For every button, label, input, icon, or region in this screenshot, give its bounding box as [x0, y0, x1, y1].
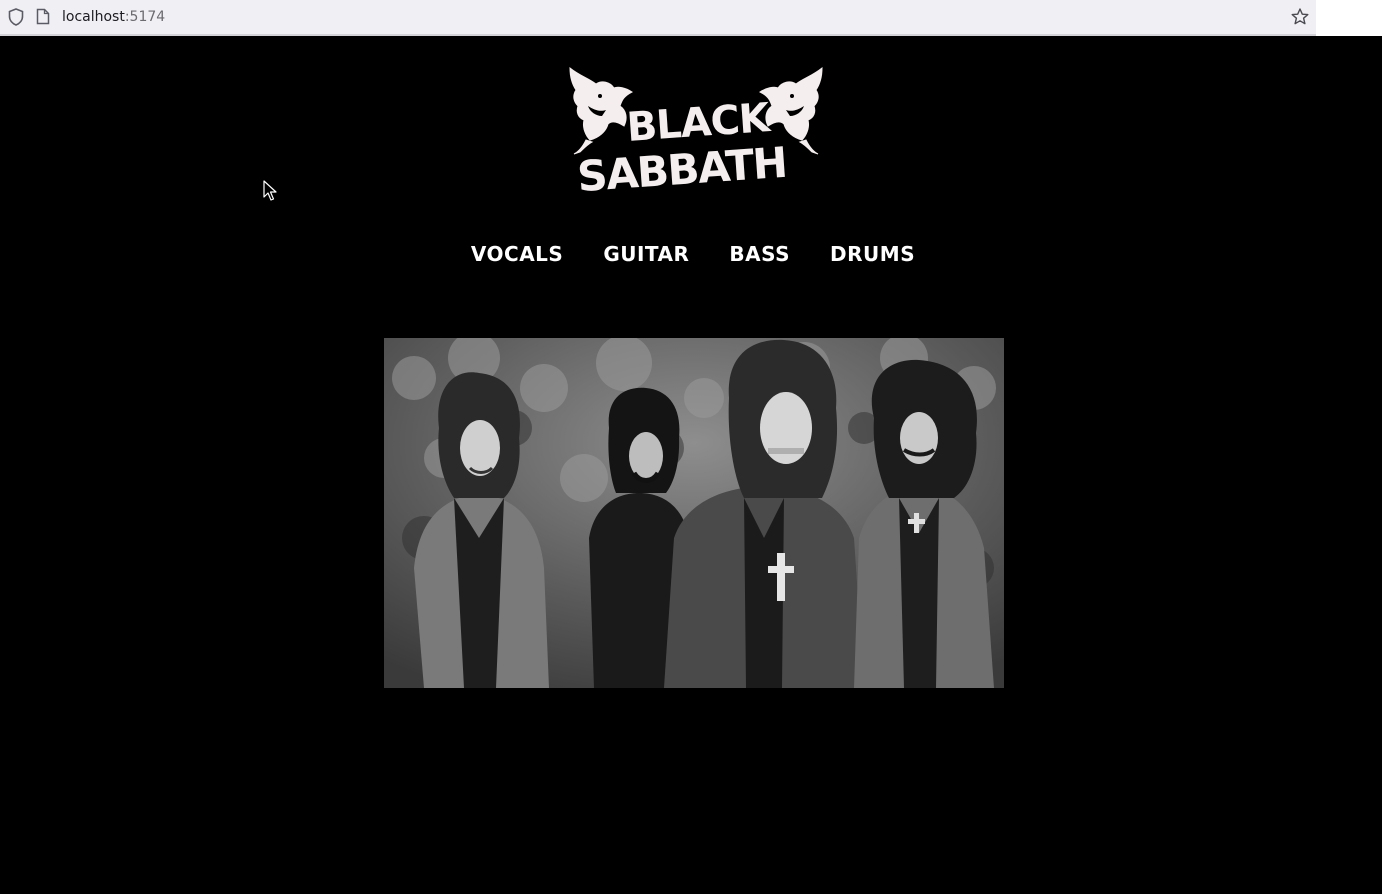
url-port: :5174: [124, 9, 166, 25]
nav-vocals[interactable]: VOCALS: [471, 242, 563, 266]
nav-bass[interactable]: BASS: [729, 242, 790, 266]
band-photo: [384, 338, 1004, 688]
instrument-nav: VOCALS GUITAR BASS DRUMS: [0, 242, 1382, 266]
mouse-cursor-icon: [263, 180, 277, 201]
nav-drums[interactable]: DRUMS: [830, 242, 915, 266]
page-body: BLACK SABBATH VOCALS GUITAR BASS DRUMS: [0, 36, 1382, 894]
nav-guitar[interactable]: GUITAR: [603, 242, 689, 266]
logo-line-2: SABBATH: [576, 138, 788, 194]
url-text[interactable]: localhost:5174: [62, 8, 165, 26]
black-sabbath-logo[interactable]: BLACK SABBATH: [566, 66, 826, 194]
toolbar-edge: [1316, 0, 1382, 36]
page-icon: [36, 8, 50, 25]
bookmark-star-icon[interactable]: [1290, 7, 1310, 27]
browser-url-bar[interactable]: localhost:5174: [0, 0, 1316, 36]
url-host: localhost: [62, 9, 125, 25]
shield-icon[interactable]: [8, 8, 24, 26]
